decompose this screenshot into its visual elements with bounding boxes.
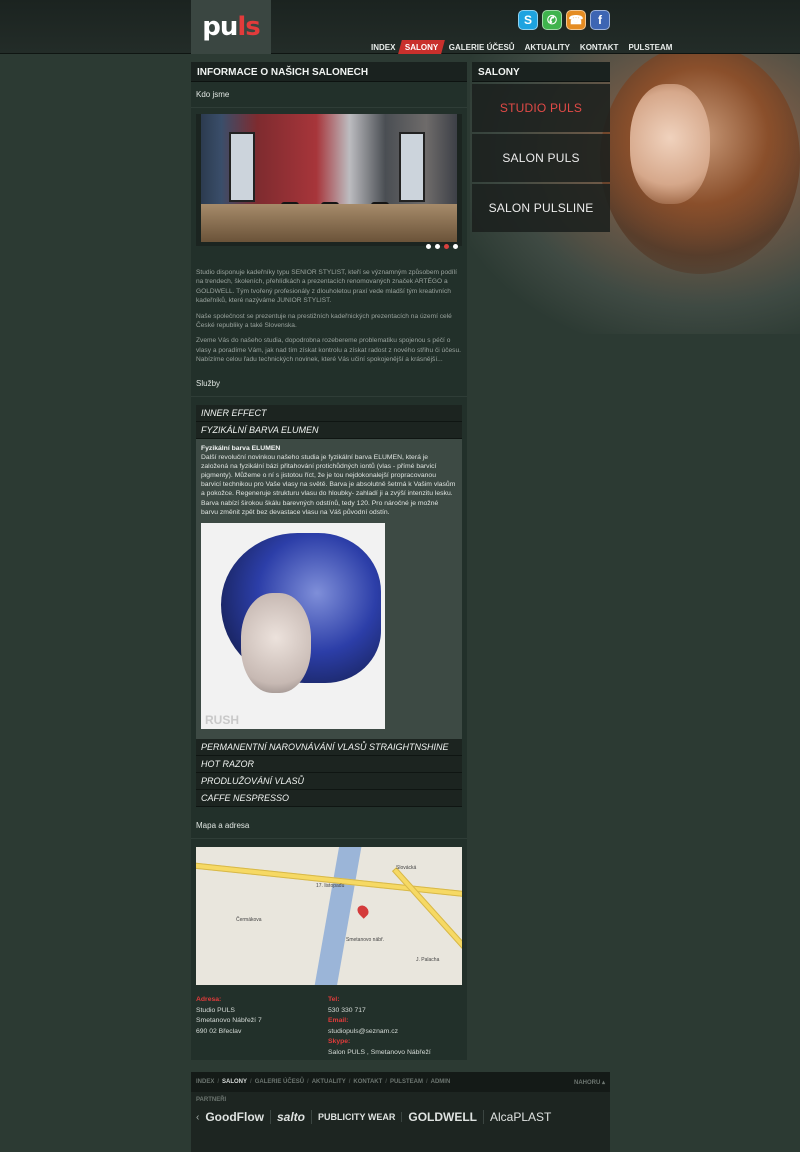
salon-image-slider[interactable]: [196, 114, 462, 249]
footer-link-galerie[interactable]: GALERIE ÚČESŮ: [255, 1079, 304, 1085]
address-block: Adresa: Studio PULS Smetanovo Nábřeží 7 …: [191, 985, 467, 1058]
footer-link-pulsteam[interactable]: PULSTEAM: [390, 1079, 423, 1085]
email-value[interactable]: studiopuls@seznam.cz: [328, 1027, 431, 1038]
service-item[interactable]: PERMANENTNÍ NAROVNÁVÁNÍ VLASŮ STRAIGHTNS…: [196, 739, 462, 757]
address-line: 690 02 Břeclav: [196, 1027, 242, 1035]
skype-value[interactable]: Salon PULS , Smetanovo Nábřeží: [328, 1048, 431, 1059]
map-label: 17. listopadu: [316, 883, 345, 890]
footer-link-salony[interactable]: SALONY: [222, 1079, 247, 1085]
address-column: Adresa: Studio PULS Smetanovo Nábřeží 7 …: [196, 995, 328, 1058]
service-detail-title: Fyzikální barva ELUMEN: [201, 444, 281, 452]
nav-salony[interactable]: SALONY: [398, 40, 446, 54]
carousel-prev-icon[interactable]: ‹: [196, 1112, 199, 1123]
hero-face: [630, 84, 710, 204]
services-accordion: INNER EFFECT FYZIKÁLNÍ BARVA ELUMEN Fyzi…: [196, 404, 462, 808]
phone-icon[interactable]: ☎: [566, 10, 586, 30]
social-links: S ✆ ☎ f: [518, 10, 610, 30]
footer-link-kontakt[interactable]: KONTAKT: [353, 1079, 382, 1085]
salon-link-salon-puls[interactable]: SALON PULS: [472, 134, 610, 182]
road: [391, 867, 462, 953]
salon-link-studio-puls[interactable]: STUDIO PULS: [472, 84, 610, 132]
about-paragraph: Studio disponuje kadeřníky typu SENIOR S…: [196, 269, 457, 305]
nav-pulsteam[interactable]: PULSTEAM: [623, 40, 677, 54]
section-heading-map: Mapa a adresa: [191, 813, 467, 840]
partner-logo[interactable]: AlcaPLAST: [490, 1110, 557, 1124]
separator: /: [217, 1079, 220, 1085]
logo[interactable]: puls: [191, 0, 271, 54]
address-line: Smetanovo Nábřeží 7: [196, 1017, 262, 1025]
partners-carousel: ‹ GoodFlow salto PUBLICITY WEAR GOLDWELL…: [191, 1110, 610, 1124]
footer: INDEX / SALONY / GALERIE ÚČESŮ / AKTUALITY /…: [191, 1072, 610, 1152]
map-pin-icon[interactable]: [355, 903, 371, 919]
contact-column: Tel: 530 330 717 Email: studiopuls@sezna…: [328, 995, 431, 1058]
road: [196, 861, 462, 899]
floor: [201, 204, 457, 242]
separator: /: [250, 1079, 252, 1085]
nav-kontakt[interactable]: KONTAKT: [575, 40, 624, 54]
section-heading-about: Kdo jsme: [191, 82, 467, 108]
salon-link-salon-pulsline[interactable]: SALON PULSLINE: [472, 184, 610, 232]
service-photo: RUSH: [201, 523, 385, 730]
back-to-top-link[interactable]: NAHORU ▴: [574, 1079, 605, 1086]
about-paragraph: Naše společnost se prezentuje na prestiž…: [196, 312, 452, 330]
sidebar-title: SALONY: [472, 62, 610, 82]
logo-text: puls: [202, 12, 261, 42]
map-label: J. Palacha: [416, 957, 440, 964]
mirror: [399, 132, 425, 202]
section-heading-services: Služby: [191, 371, 467, 397]
nav-index[interactable]: INDEX: [366, 40, 400, 54]
map-label: Slovácká: [396, 865, 417, 872]
slider-dot[interactable]: [435, 244, 440, 249]
footer-link-admin[interactable]: ADMIN: [431, 1079, 451, 1085]
service-item[interactable]: HOT RAZOR: [196, 756, 462, 774]
tel-label: Tel:: [328, 996, 340, 1004]
service-item[interactable]: CAFFE NESPRESSO: [196, 790, 462, 808]
facebook-icon[interactable]: f: [590, 10, 610, 30]
partner-logo[interactable]: GOLDWELL: [408, 1110, 485, 1124]
service-detail-panel: Fyzikální barva ELUMEN Další revoluční n…: [196, 438, 462, 740]
page-title: INFORMACE O NAŠICH SALONECH: [191, 62, 467, 82]
separator: /: [307, 1079, 309, 1085]
whatsapp-icon[interactable]: ✆: [542, 10, 562, 30]
about-paragraph: Zveme Vás do našeho studia, dopodrobna r…: [196, 337, 461, 364]
slider-dot[interactable]: [453, 244, 458, 249]
map-label: Čermákova: [236, 917, 262, 924]
partner-logo[interactable]: GoodFlow: [205, 1110, 271, 1124]
service-item-expanded[interactable]: FYZIKÁLNÍ BARVA ELUMEN: [196, 421, 462, 439]
slider-dot[interactable]: [426, 244, 431, 249]
slider-dot[interactable]: [444, 244, 449, 249]
footer-link-aktuality[interactable]: AKTUALITY: [312, 1079, 346, 1085]
service-item[interactable]: PRODLUŽOVÁNÍ VLASŮ: [196, 773, 462, 791]
email-label: Email:: [328, 1017, 349, 1025]
map-label: Smetanovo nábř.: [346, 937, 385, 944]
address-label: Adresa:: [196, 996, 222, 1004]
service-detail-text: Další revoluční novinkou našeho studia j…: [201, 453, 456, 516]
separator: /: [425, 1079, 428, 1085]
address-line: Studio PULS: [196, 1006, 235, 1014]
main-nav: INDEX SALONY GALERIE ÚČESŮ AKTUALITY KON…: [366, 40, 677, 54]
location-map[interactable]: 17. listopadu Slovácká Čermákova Smetano…: [196, 847, 462, 986]
footer-link-index[interactable]: INDEX: [196, 1079, 214, 1085]
skype-label: Skype:: [328, 1038, 351, 1046]
face: [241, 593, 311, 694]
footer-nav: INDEX / SALONY / GALERIE ÚČESŮ / AKTUALITY /…: [191, 1072, 610, 1092]
slider-dots: [426, 244, 458, 249]
partners-heading: PARTNEŘI: [196, 1097, 227, 1103]
main-content: INFORMACE O NAŠICH SALONECH Kdo jsme Stu…: [191, 62, 467, 1060]
top-bar: puls S ✆ ☎ f INDEX SALONY GALERIE ÚČESŮ …: [0, 0, 800, 54]
separator: /: [385, 1079, 387, 1085]
salon-photo: [201, 114, 457, 242]
river: [311, 847, 363, 986]
nav-aktuality[interactable]: AKTUALITY: [520, 40, 575, 54]
mirror: [229, 132, 255, 202]
skype-icon[interactable]: S: [518, 10, 538, 30]
salons-sidebar: SALONY STUDIO PULS SALON PULS SALON PULS…: [472, 62, 610, 232]
partner-logo[interactable]: PUBLICITY WEAR: [318, 1112, 403, 1122]
separator: /: [348, 1079, 351, 1085]
tel-value[interactable]: 530 330 717: [328, 1006, 431, 1017]
partner-logo[interactable]: salto: [277, 1110, 313, 1124]
nav-galerie[interactable]: GALERIE ÚČESŮ: [444, 40, 520, 54]
image-caption: RUSH: [205, 713, 240, 728]
service-item[interactable]: INNER EFFECT: [196, 404, 462, 422]
